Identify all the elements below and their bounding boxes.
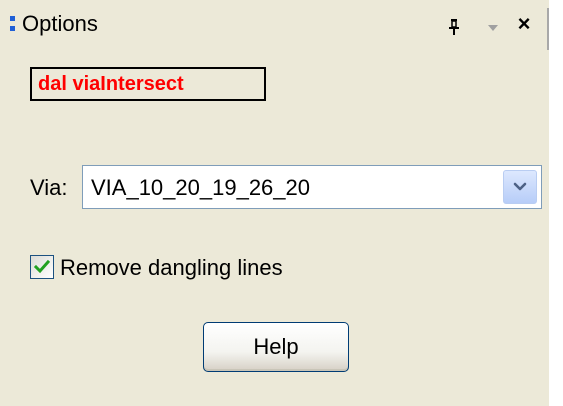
chevron-down-icon <box>513 182 527 191</box>
chevron-down-icon[interactable] <box>486 20 500 31</box>
via-label: Via: <box>30 175 68 200</box>
remove-dangling-label[interactable]: Remove dangling lines <box>60 254 283 282</box>
via-dropdown-button[interactable] <box>503 170 537 204</box>
checkmark-icon <box>34 259 50 274</box>
drag-grip-icon[interactable] <box>10 16 15 34</box>
panel-titlebar[interactable]: Options × <box>0 0 549 48</box>
panel-border <box>547 8 549 50</box>
panel-title: Options <box>22 11 98 36</box>
pin-icon[interactable] <box>446 18 462 36</box>
remove-dangling-checkbox[interactable] <box>30 255 54 279</box>
close-icon[interactable]: × <box>514 12 534 36</box>
command-label-box: dal viaIntersect <box>30 67 266 101</box>
command-label: dal viaIntersect <box>38 73 184 95</box>
help-button[interactable]: Help <box>203 322 349 372</box>
via-selected-value: VIA_10_20_19_26_20 <box>91 175 310 200</box>
window-edge <box>549 0 563 406</box>
via-select[interactable]: VIA_10_20_19_26_20 <box>82 165 542 209</box>
options-panel: Options × dal viaIntersect Via: VIA_10_2… <box>0 0 549 406</box>
